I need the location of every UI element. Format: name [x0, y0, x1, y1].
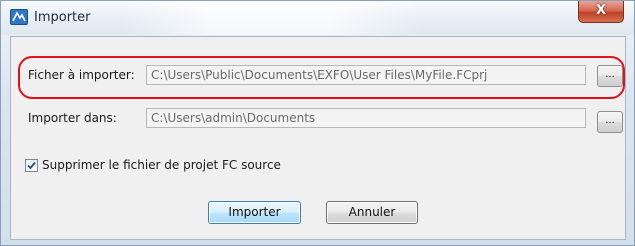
import-dialog: Importer X Ficher à importer: C:\Users\P… — [0, 0, 635, 246]
source-file-label: Ficher à importer: — [28, 68, 135, 82]
title-bar-glow — [121, 1, 421, 35]
delete-source-checkbox[interactable] — [25, 159, 38, 172]
source-file-field[interactable]: C:\Users\Public\Documents\EXFO\User File… — [146, 65, 586, 85]
destination-field[interactable]: C:\Users\admin\Documents — [146, 108, 586, 128]
app-icon — [10, 9, 28, 25]
window-title: Importer — [34, 10, 91, 25]
destination-browse-button[interactable]: ... — [597, 111, 623, 133]
close-icon: X — [595, 3, 607, 18]
checkmark-icon — [27, 161, 36, 170]
delete-source-label[interactable]: Supprimer le fichier de projet FC source — [42, 158, 281, 172]
destination-label: Importer dans: — [28, 111, 117, 125]
cancel-button[interactable]: Annuler — [326, 201, 418, 224]
ellipsis-icon: ... — [605, 69, 615, 80]
close-button[interactable]: X — [578, 1, 624, 23]
import-button[interactable]: Importer — [208, 201, 301, 224]
title-bar[interactable]: Importer — [1, 1, 634, 35]
ellipsis-icon: ... — [605, 115, 615, 126]
source-browse-button[interactable]: ... — [597, 65, 623, 87]
